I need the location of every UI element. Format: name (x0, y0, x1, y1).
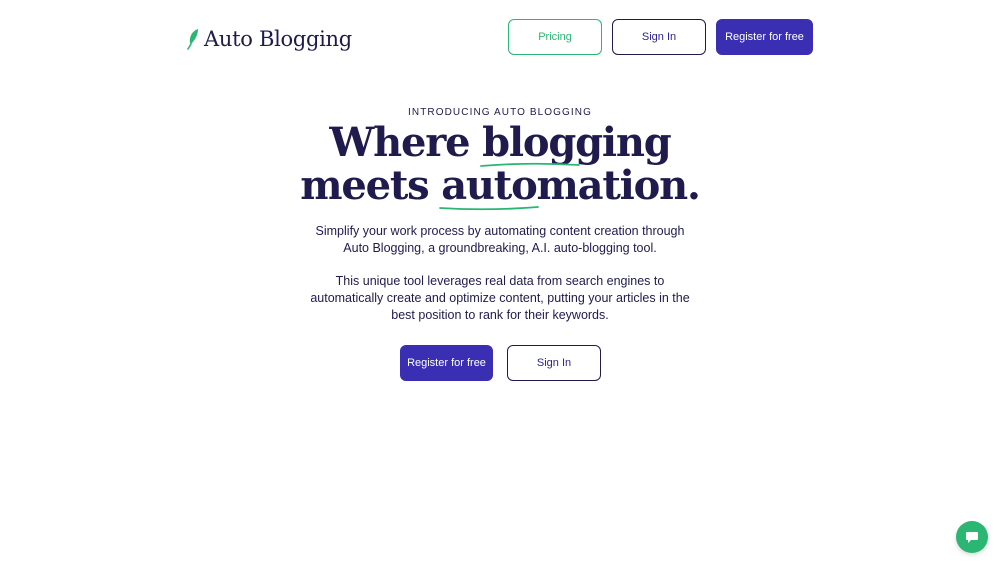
hero-sign-in-button[interactable]: Sign In (507, 345, 601, 381)
hero-eyebrow: INTRODUCING AUTO BLOGGING (408, 107, 592, 118)
description-line: Simplify your work process by automating… (315, 224, 685, 238)
chat-widget-button[interactable] (956, 521, 988, 553)
description-line: This unique tool leverages real data fro… (335, 274, 665, 288)
pricing-button[interactable]: Pricing (508, 19, 602, 55)
headline-highlight-automation: automation (439, 162, 688, 211)
feather-icon (187, 29, 198, 50)
hero-description-1: Simplify your work process by automating… (0, 223, 1000, 257)
hero-headline-line1: Where blogging (0, 119, 1000, 167)
headline-text-period: . (687, 162, 701, 209)
headline-text-blogging: blogging (482, 119, 672, 166)
headline-text-where: Where (329, 119, 483, 166)
description-line: Auto Blogging, a groundbreaking, A.I. au… (343, 241, 657, 255)
description-line: best position to rank for their keywords… (391, 308, 609, 322)
hero-register-button[interactable]: Register for free (400, 345, 493, 381)
chat-bubble-icon (966, 532, 978, 543)
headline-text-meets: meets (300, 162, 442, 209)
description-line: automatically create and optimize conten… (310, 291, 690, 305)
logo-link[interactable]: Auto Blogging (187, 25, 352, 53)
hero-headline-line2: meets automation. (0, 162, 1000, 211)
register-button[interactable]: Register for free (716, 19, 813, 55)
sign-in-button[interactable]: Sign In (612, 19, 706, 55)
green-underline-decoration (439, 206, 540, 211)
headline-text-automation: automation (441, 162, 688, 209)
logo-text: Auto Blogging (204, 27, 352, 51)
hero-description-2: This unique tool leverages real data fro… (0, 273, 1000, 324)
headline-highlight-blogging: blogging (480, 119, 672, 167)
